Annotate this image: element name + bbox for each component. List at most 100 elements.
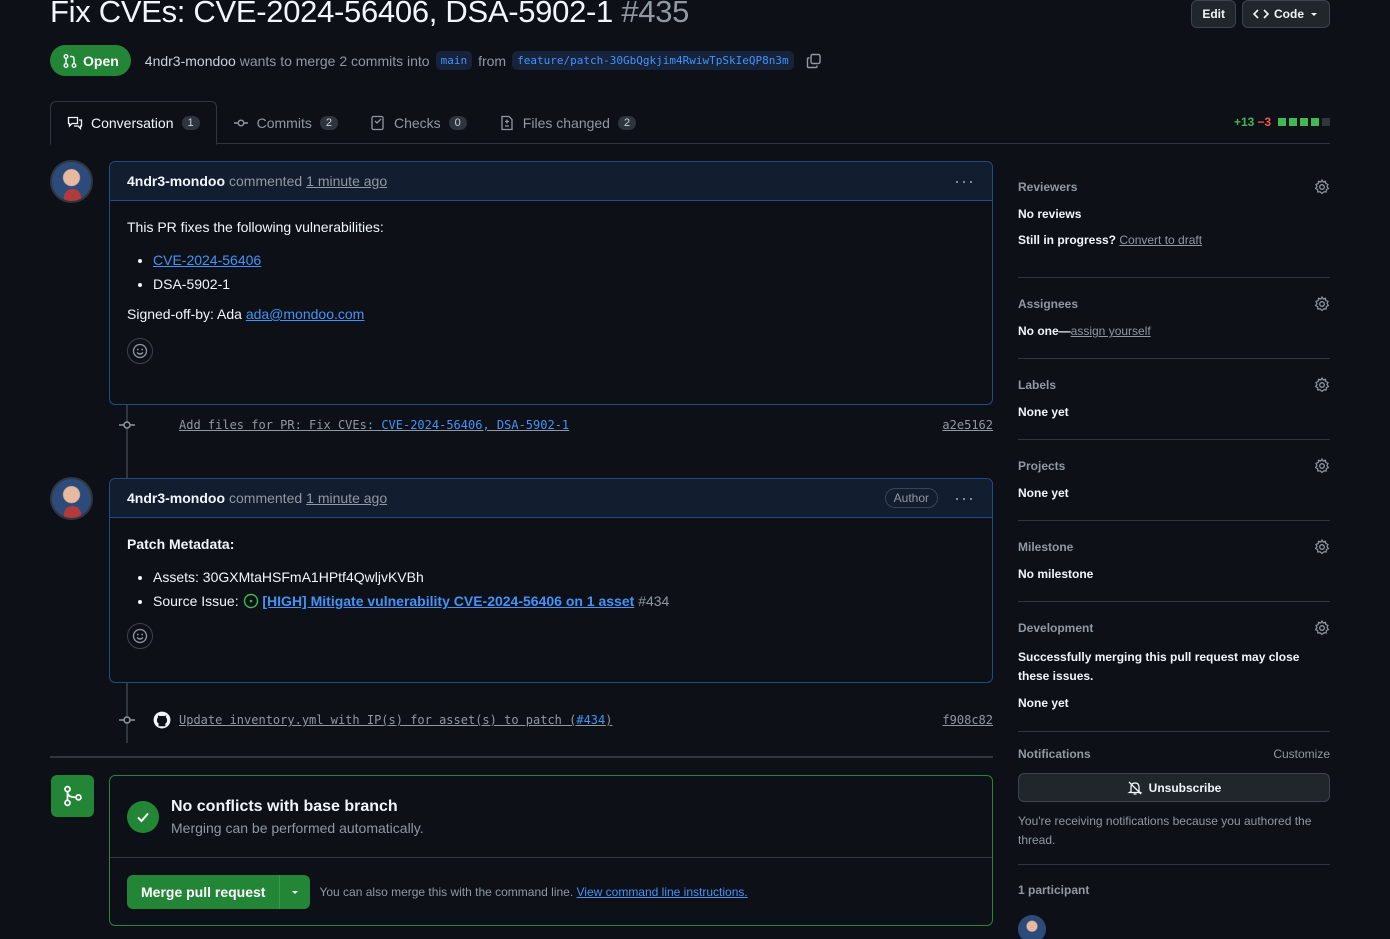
sidebar-heading[interactable]: Assignees bbox=[1018, 296, 1330, 312]
sidebar-participants: 1 participant bbox=[1018, 865, 1330, 939]
sidebar-heading[interactable]: Labels bbox=[1018, 377, 1330, 393]
unsubscribe-button[interactable]: Unsubscribe bbox=[1018, 773, 1330, 802]
sidebar-heading-text: Notifications bbox=[1018, 747, 1091, 761]
comment-author[interactable]: 4ndr3-mondoo bbox=[127, 173, 225, 189]
gear-icon[interactable] bbox=[1314, 539, 1330, 555]
commit-message[interactable]: Update inventory.yml with IP(s) for asse… bbox=[179, 713, 613, 727]
comment-action: commented bbox=[229, 173, 303, 189]
sidebar-heading[interactable]: Development bbox=[1018, 620, 1330, 636]
comment-timestamp[interactable]: 1 minute ago bbox=[306, 490, 387, 506]
sidebar: Reviewers No reviews Still in progress? … bbox=[1018, 162, 1330, 939]
tab-conversation[interactable]: Conversation 1 bbox=[50, 101, 217, 145]
comment-author[interactable]: 4ndr3-mondoo bbox=[127, 490, 225, 506]
comment-timestamp[interactable]: 1 minute ago bbox=[306, 173, 387, 189]
merge-pull-request-button[interactable]: Merge pull request bbox=[127, 875, 280, 909]
list-item: DSA-5902-1 bbox=[153, 276, 975, 292]
commit-message-text: Add files for PR: Fix CVEs: bbox=[179, 418, 375, 432]
commit-message-link[interactable]: CVE-2024-56406, DSA-5902-1 bbox=[381, 418, 569, 432]
sidebar-heading-text: Projects bbox=[1018, 459, 1066, 473]
head-branch[interactable]: feature/patch-30GbQgkjim4RwiwTpSkIeQP8n3… bbox=[512, 51, 794, 70]
code-label: Code bbox=[1274, 7, 1304, 21]
sidebar-heading-text: Reviewers bbox=[1018, 180, 1078, 194]
commit-sha[interactable]: a2e5162 bbox=[942, 418, 993, 432]
pr-tabs: Conversation 1 Commits 2 Checks 0 Files … bbox=[50, 101, 1330, 145]
sidebar-heading: 1 participant bbox=[1018, 883, 1330, 897]
customize-link[interactable]: Customize bbox=[1273, 747, 1330, 761]
add-reaction-button[interactable] bbox=[127, 623, 153, 649]
chevron-down-icon bbox=[1311, 13, 1317, 16]
diffstat-block bbox=[1300, 118, 1308, 126]
commit-icon bbox=[117, 712, 137, 728]
unsubscribe-label: Unsubscribe bbox=[1148, 780, 1222, 795]
sidebar-notifications: Notifications Customize Unsubscribe You'… bbox=[1018, 732, 1330, 865]
source-issue-link[interactable]: [HIGH] Mitigate vulnerability CVE-2024-5… bbox=[262, 593, 634, 609]
kebab-menu-icon[interactable]: ··· bbox=[954, 488, 975, 509]
comment-intro: This PR fixes the following vulnerabilit… bbox=[127, 219, 384, 235]
comment-header: 4ndr3-mondoo commented 1 minute ago Auth… bbox=[110, 479, 992, 518]
merge-box: No conflicts with base branch Merging ca… bbox=[109, 775, 993, 926]
commit-message[interactable]: Add files for PR: Fix CVEs: CVE-2024-564… bbox=[179, 418, 569, 432]
command-line-instructions-link[interactable]: View command line instructions. bbox=[577, 885, 748, 899]
merge-button-group: Merge pull request bbox=[127, 875, 311, 909]
tab-counter: 1 bbox=[181, 116, 200, 130]
gear-icon[interactable] bbox=[1314, 620, 1330, 636]
tab-commits[interactable]: Commits 2 bbox=[217, 101, 354, 144]
avatar[interactable] bbox=[50, 160, 93, 203]
avatar[interactable] bbox=[50, 477, 93, 520]
draft-prompt: Still in progress? Convert to draft bbox=[1018, 233, 1330, 247]
merge-description: 4ndr3-mondoo wants to merge 2 commits in… bbox=[145, 53, 430, 69]
code-button[interactable]: Code bbox=[1242, 0, 1330, 28]
diffstat: +13 −3 bbox=[1234, 115, 1330, 129]
code-icon bbox=[1253, 9, 1269, 19]
commit-message-link[interactable]: #434 bbox=[576, 713, 605, 727]
reviewers-value: No reviews bbox=[1018, 207, 1082, 221]
status-badge: Open bbox=[50, 45, 131, 76]
file-diff-icon bbox=[501, 115, 513, 130]
assign-yourself-link[interactable]: assign yourself bbox=[1071, 324, 1151, 338]
author-link[interactable]: 4ndr3-mondoo bbox=[145, 53, 236, 69]
merge-options-dropdown[interactable] bbox=[279, 875, 311, 909]
diffstat-block bbox=[1322, 118, 1330, 126]
bell-slash-icon bbox=[1127, 781, 1143, 795]
development-value: None yet bbox=[1018, 696, 1069, 710]
metadata-list: Assets: 30GXMtaHSFmA1HPtf4QwljvKVBh Sour… bbox=[153, 569, 975, 609]
sidebar-milestone: Milestone No milestone bbox=[1018, 521, 1330, 602]
merge-hint-text: You can also merge this with the command… bbox=[319, 885, 574, 899]
gear-icon[interactable] bbox=[1314, 377, 1330, 393]
gear-icon[interactable] bbox=[1314, 458, 1330, 474]
base-branch[interactable]: main bbox=[435, 51, 473, 70]
conversation-icon bbox=[67, 116, 83, 131]
sidebar-assignees: Assignees No one—assign yourself bbox=[1018, 278, 1330, 359]
signoff-line: Signed-off-by: Ada ada@mondoo.com bbox=[127, 306, 975, 322]
author-badge: Author bbox=[884, 488, 939, 508]
tab-checks[interactable]: Checks 0 bbox=[354, 101, 483, 144]
comment-header: 4ndr3-mondoo commented 1 minute ago ··· bbox=[110, 162, 992, 201]
smiley-icon bbox=[132, 343, 148, 359]
pr-title-text: Fix CVEs: CVE-2024-56406, DSA-5902-1 bbox=[50, 0, 613, 29]
participant-avatar[interactable] bbox=[1018, 915, 1046, 939]
edit-button[interactable]: Edit bbox=[1191, 0, 1236, 28]
tab-counter: 0 bbox=[448, 115, 467, 130]
copy-icon[interactable] bbox=[806, 53, 822, 69]
cve-link[interactable]: CVE-2024-56406 bbox=[153, 252, 261, 268]
sidebar-heading[interactable]: Reviewers bbox=[1018, 179, 1330, 195]
sidebar-heading[interactable]: Projects bbox=[1018, 458, 1330, 474]
diffstat-block bbox=[1289, 118, 1297, 126]
commit-row: Update inventory.yml with IP(s) for asse… bbox=[117, 711, 993, 729]
gear-icon[interactable] bbox=[1314, 179, 1330, 195]
deletions-count: −3 bbox=[1257, 115, 1271, 129]
convert-to-draft-link[interactable]: Convert to draft bbox=[1119, 233, 1202, 247]
timeline-divider bbox=[50, 756, 993, 758]
gear-icon[interactable] bbox=[1314, 296, 1330, 312]
kebab-menu-icon[interactable]: ··· bbox=[954, 171, 975, 192]
comment-body: Patch Metadata: Assets: 30GXMtaHSFmA1HPt… bbox=[110, 518, 992, 663]
email-link[interactable]: ada@mondoo.com bbox=[246, 306, 365, 322]
list-item: Assets: 30GXMtaHSFmA1HPtf4QwljvKVBh bbox=[153, 569, 975, 585]
merge-actions: Merge pull request You can also merge th… bbox=[110, 858, 992, 926]
add-reaction-button[interactable] bbox=[127, 338, 153, 364]
additions-count: +13 bbox=[1233, 115, 1255, 129]
tab-files-changed[interactable]: Files changed 2 bbox=[483, 101, 652, 144]
commit-sha[interactable]: f908c82 bbox=[942, 713, 993, 727]
commit-message-suffix: ) bbox=[605, 713, 613, 727]
sidebar-heading[interactable]: Milestone bbox=[1018, 539, 1330, 555]
